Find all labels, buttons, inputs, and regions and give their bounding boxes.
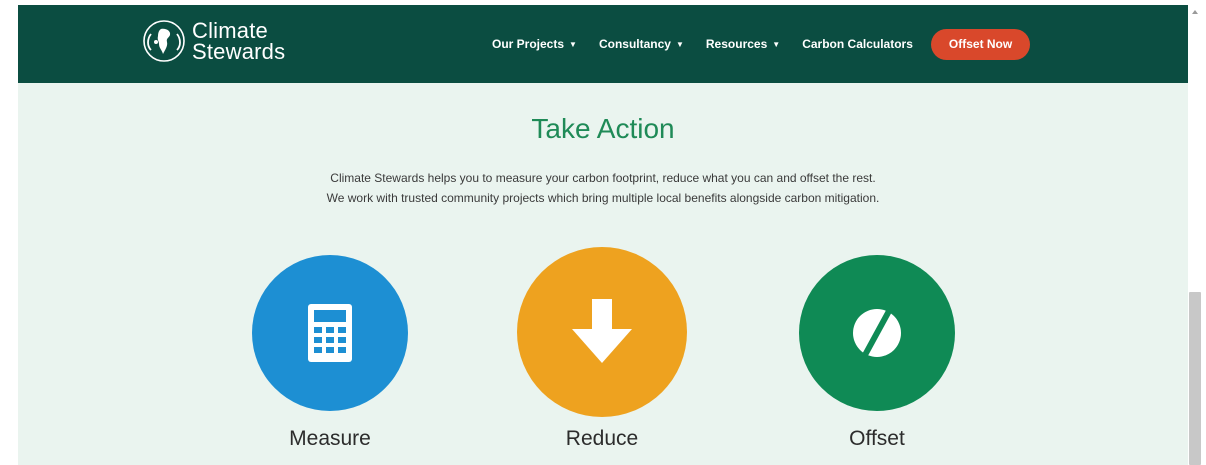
caret-down-icon: ▼	[569, 39, 577, 49]
action-offset[interactable]: Offset	[798, 255, 956, 451]
page-title: Take Action	[531, 113, 675, 144]
calculator-icon	[308, 304, 352, 362]
nav-carbon-calculators-label: Carbon Calculators	[802, 37, 913, 51]
action-reduce-label: Reduce	[565, 427, 639, 450]
caret-down-icon: ▼	[772, 39, 781, 49]
nav-our-projects[interactable]: Our Projects ▼	[492, 37, 577, 51]
caret-down-icon: ▼	[675, 39, 684, 49]
nav-consultancy[interactable]: Consultancy ▼	[599, 37, 684, 51]
arrow-down-icon	[572, 299, 632, 363]
brand-name-line2: Stewards	[192, 39, 286, 64]
intro-line-2: We work with trusted community projects …	[326, 191, 880, 205]
globe-logo-icon	[143, 20, 185, 62]
action-measure[interactable]: Measure	[251, 255, 409, 451]
scrollbar-thumb[interactable]	[1189, 292, 1201, 465]
main-nav: Our Projects ▼ Consultancy ▼ Resources ▼…	[492, 5, 1031, 83]
nav-our-projects-label: Our Projects	[492, 37, 565, 51]
measure-circle	[252, 255, 408, 411]
offset-circle	[799, 255, 955, 411]
brand-name-line1: Climate	[192, 18, 268, 43]
nav-consultancy-label: Consultancy	[598, 37, 671, 51]
nav-resources[interactable]: Resources ▼	[706, 37, 780, 51]
page: Climate Stewards Our Projects ▼ Consulta…	[18, 5, 1188, 465]
logo-link[interactable]: Climate Stewards	[142, 19, 285, 63]
action-reduce[interactable]: Reduce	[516, 247, 688, 451]
intro-line-1: Climate Stewards helps you to measure yo…	[330, 171, 876, 185]
reduce-circle	[517, 247, 687, 417]
intro-text: Climate Stewards helps you to measure yo…	[18, 168, 1188, 208]
offset-icon	[853, 309, 901, 357]
offset-now-button[interactable]: Offset Now	[930, 28, 1031, 60]
nav-carbon-calculators[interactable]: Carbon Calculators	[802, 37, 913, 51]
brand-name: Climate Stewards	[192, 18, 286, 64]
scroll-up-icon[interactable]	[1192, 10, 1198, 14]
action-measure-label: Measure	[289, 427, 371, 450]
action-offset-label: Offset	[849, 427, 905, 450]
nav-resources-label: Resources	[705, 37, 768, 51]
site-header: Climate Stewards Our Projects ▼ Consulta…	[18, 5, 1188, 83]
